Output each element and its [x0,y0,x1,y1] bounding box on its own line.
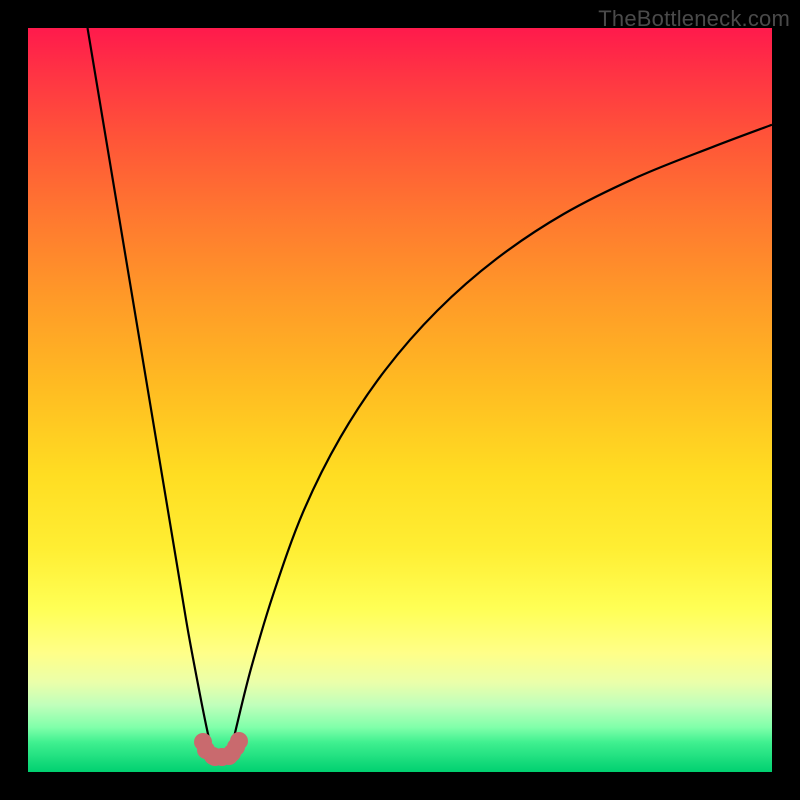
bottleneck-curve [28,28,772,772]
curve-right-branch [230,125,772,754]
valley-bead [230,732,248,750]
chart-area [28,28,772,772]
curve-left-branch [88,28,213,753]
